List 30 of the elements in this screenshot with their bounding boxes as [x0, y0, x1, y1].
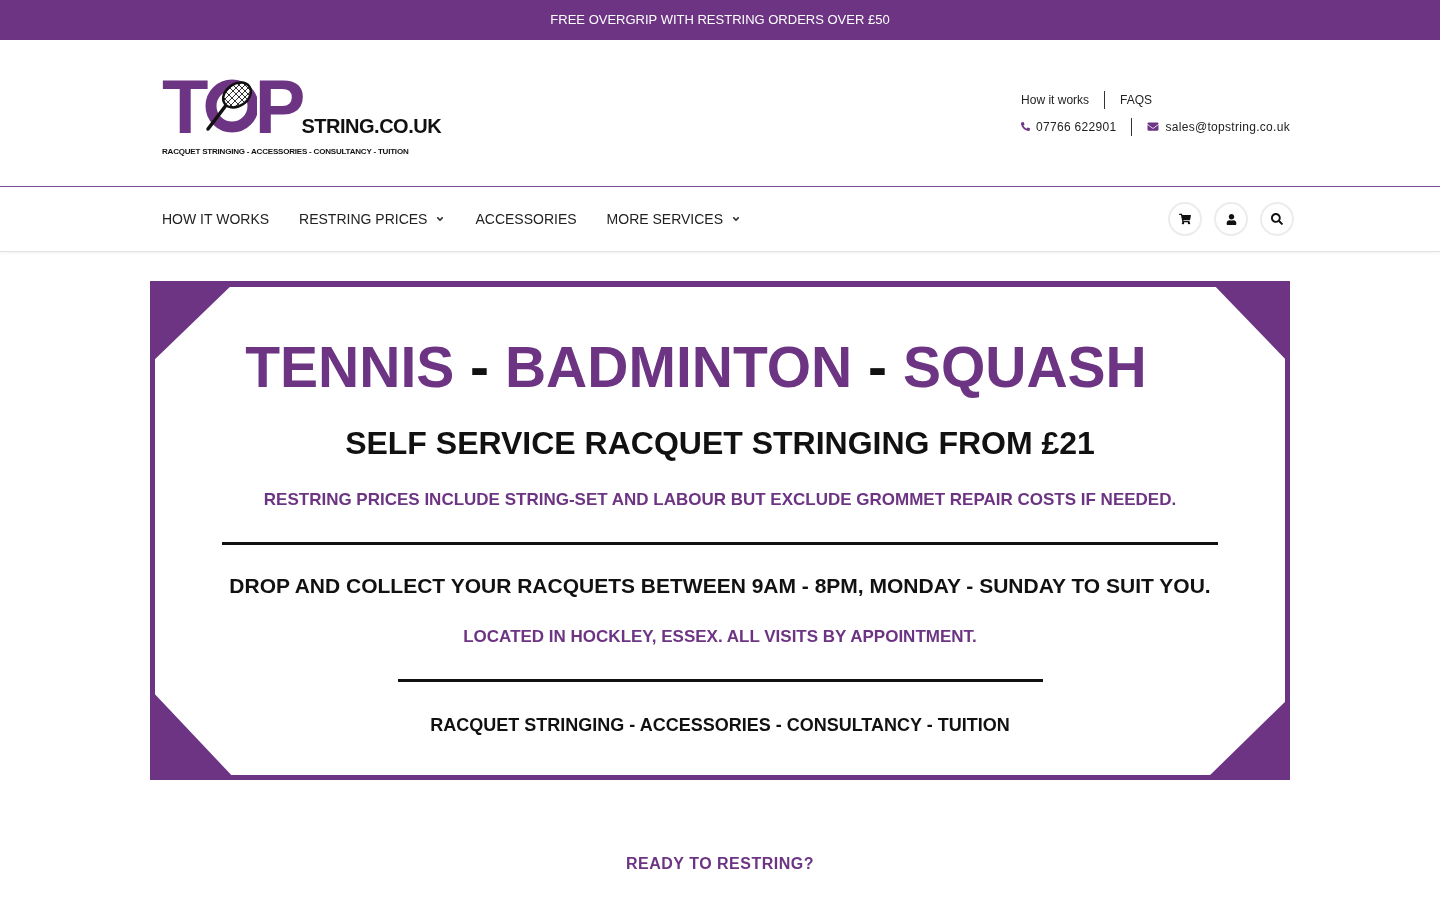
logo-tagline: RACQUET STRINGING - ACCESSORIES - CONSULTANCY - TUITION: [162, 147, 410, 157]
envelope-icon: [1147, 121, 1160, 132]
banner-note: LOCATED IN HOCKLEY, ESSEX. ALL VISITS BY APPOINTMENT.: [463, 626, 977, 648]
banner-title: TENNIS - BADMINTON - SQUASH: [245, 337, 1147, 397]
banner-tagline: RACQUET STRINGING - ACCESSORIES - CONSULTANCY - TUITION: [430, 714, 1010, 737]
nav-link[interactable]: HOW IT WORKS: [162, 209, 270, 229]
nav-link[interactable]: MORE SERVICES: [606, 209, 741, 229]
logo-letter: P: [254, 69, 302, 145]
logo-letter: T: [162, 69, 205, 145]
banner-note: RESTRING PRICES INCLUDE STRING-SET AND LABOUR BUT EXCLUDE GROMMET REPAIR COSTS IF NEEDED.: [263, 489, 1177, 511]
nav-link[interactable]: ACCESSORIES: [475, 209, 577, 229]
user-icon: [1225, 213, 1237, 225]
phone-link[interactable]: 07766 622901: [1036, 117, 1117, 136]
section-heading: READY TO RESTRING?: [626, 854, 814, 874]
search-icon: [1271, 213, 1283, 225]
cart-icon: [1179, 213, 1191, 225]
chevron-down-icon: [435, 214, 446, 224]
email-link[interactable]: sales@topstring.co.uk: [1165, 117, 1290, 136]
chevron-down-icon: [731, 214, 741, 224]
account-button[interactable]: [1214, 202, 1248, 236]
search-button[interactable]: [1260, 202, 1294, 236]
logo-domain: STRING.CO.UK: [301, 116, 442, 136]
banner-notice: DROP AND COLLECT YOUR RACQUETS BETWEEN 9AM - 8PM, MONDAY - SUNDAY TO SUIT YOU.: [229, 573, 1211, 599]
header-link[interactable]: How it works: [1021, 90, 1090, 109]
header-link[interactable]: FAQS: [1120, 90, 1153, 109]
banner-headline: SELF SERVICE RACQUET STRINGING FROM £21: [345, 424, 1095, 463]
phone-icon: [1021, 122, 1031, 131]
nav-link[interactable]: RESTRING PRICES: [299, 209, 446, 229]
announcement-text: FREE OVERGRIP WITH RESTRING ORDERS OVER £50: [550, 11, 890, 30]
cart-button[interactable]: [1168, 202, 1202, 236]
